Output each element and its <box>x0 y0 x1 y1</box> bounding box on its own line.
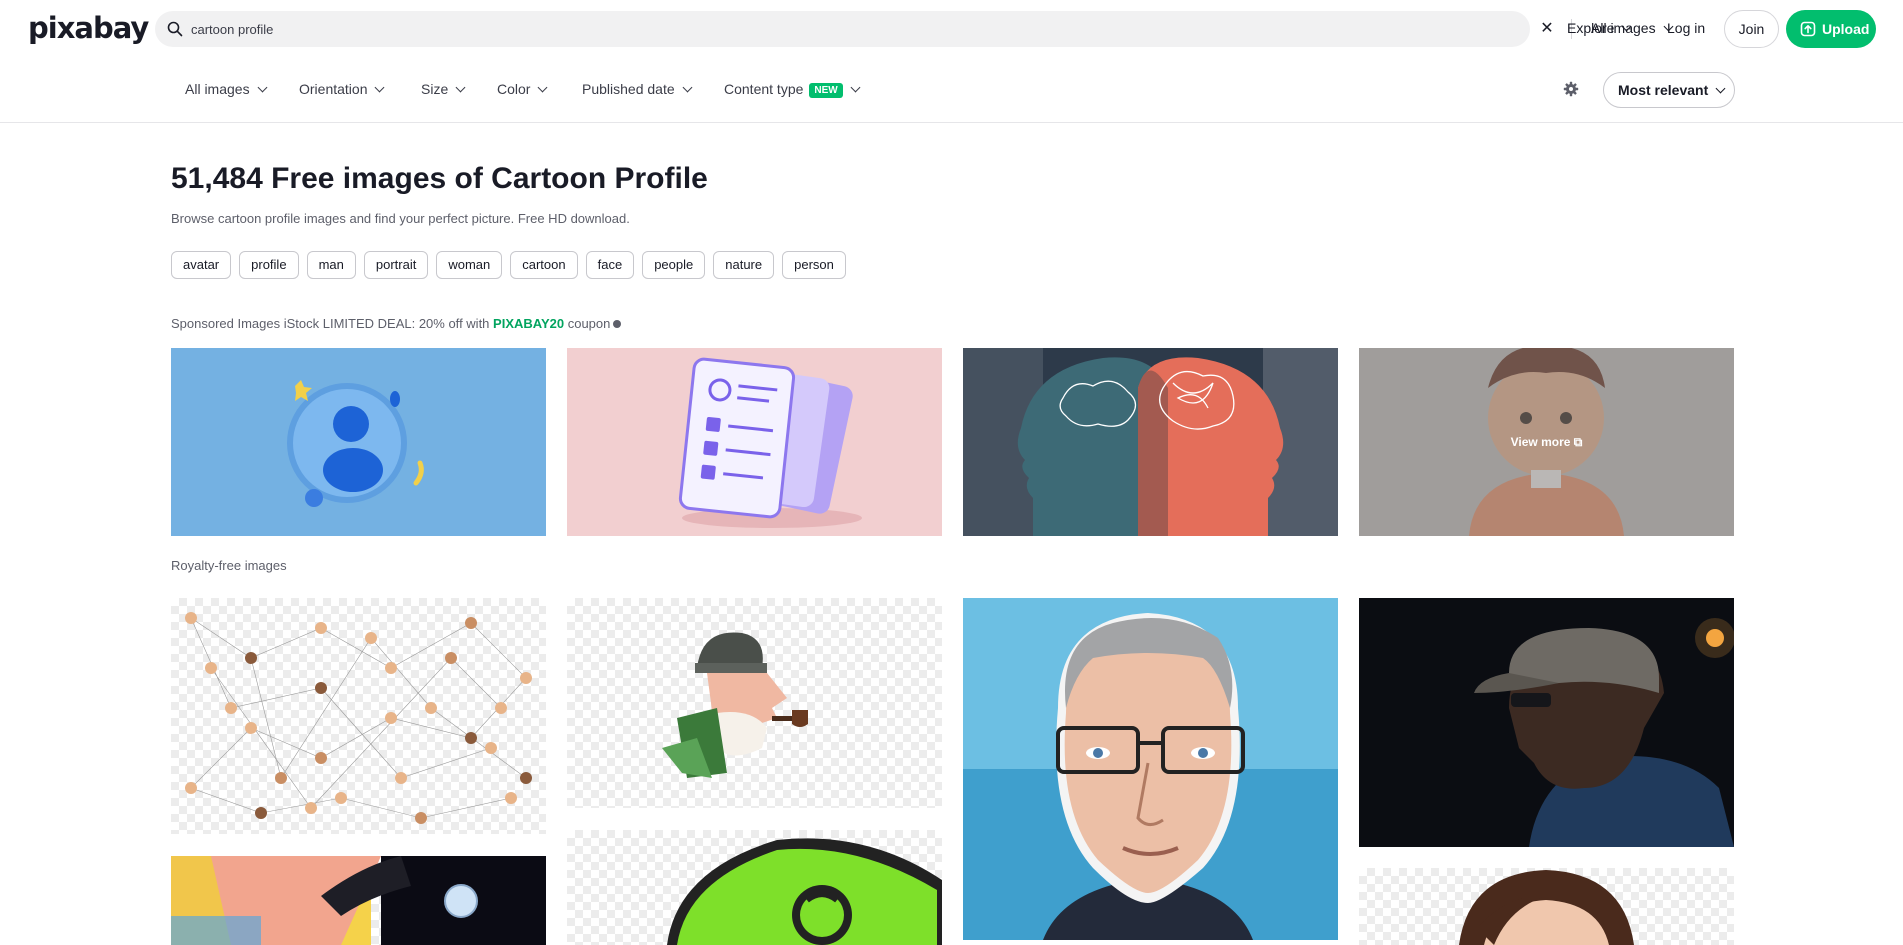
result-image-woman-cartoon[interactable] <box>1359 868 1734 945</box>
document-list-illustration <box>678 357 862 528</box>
filter-label: Orientation <box>299 81 368 97</box>
external-link-icon: ⧉ <box>1573 434 1583 449</box>
chevron-down-icon <box>850 82 861 93</box>
chevron-down-icon <box>682 82 693 93</box>
view-more-label: View more <box>1510 435 1571 449</box>
chevron-down-icon <box>1715 83 1726 94</box>
sponsored-image-3[interactable] <box>963 348 1338 536</box>
pipe-smoker-illustration <box>662 632 808 778</box>
tag-man[interactable]: man <box>306 251 356 279</box>
sponsored-image-1[interactable] <box>171 348 546 536</box>
sort-label: Most relevant <box>1618 82 1709 98</box>
tag-avatar[interactable]: avatar <box>171 251 232 279</box>
upload-icon <box>1800 21 1816 37</box>
search-bar[interactable]: ✕ All images <box>155 11 1674 47</box>
join-button[interactable]: Join <box>1724 10 1779 48</box>
network-people-illustration <box>185 612 532 824</box>
filter-label: Size <box>421 81 449 97</box>
pixabay-logo[interactable]: pixabay <box>28 11 149 45</box>
filter-color[interactable]: Color <box>497 81 548 97</box>
filter-orientation[interactable]: Orientation <box>299 81 385 97</box>
green-frog-illustration <box>667 838 942 945</box>
tag-person[interactable]: person <box>782 251 846 279</box>
tag-face[interactable]: face <box>585 251 635 279</box>
tag-woman[interactable]: woman <box>436 251 503 279</box>
heads-silhouette-illustration <box>963 348 1338 536</box>
search-icon <box>167 21 183 37</box>
cartoon-woman-illustration <box>1459 870 1634 945</box>
tag-cartoon[interactable]: cartoon <box>510 251 578 279</box>
royalty-free-label: Royalty-free images <box>171 558 287 573</box>
info-icon[interactable] <box>613 320 622 328</box>
top-header: pixabay ✕ All images Explore Log in Join… <box>0 0 1903 57</box>
chevron-down-icon <box>375 82 385 93</box>
login-link[interactable]: Log in <box>1667 20 1705 36</box>
tag-portrait[interactable]: portrait <box>363 251 429 279</box>
filter-bar: All images Orientation Size Color Publis… <box>0 57 1903 123</box>
page-subtitle: Browse cartoon profile images and find y… <box>171 211 630 226</box>
upload-button[interactable]: Upload <box>1786 10 1876 48</box>
filter-content-type[interactable]: Content type NEW <box>724 81 861 99</box>
man-with-glasses-illustration <box>963 598 1338 940</box>
gear-icon[interactable] <box>1563 81 1579 97</box>
filter-size[interactable]: Size <box>421 81 466 97</box>
man-with-cap-photo <box>1359 598 1734 847</box>
filter-published-date[interactable]: Published date <box>582 81 693 97</box>
explore-menu[interactable]: Explore <box>1567 20 1632 36</box>
tag-nature[interactable]: nature <box>713 251 775 279</box>
result-image-network-people[interactable] <box>171 598 546 834</box>
related-tags: avatar profile man portrait woman cartoo… <box>171 251 846 279</box>
result-image-man-glasses[interactable] <box>963 598 1338 940</box>
view-more-overlay[interactable]: View more ⧉ <box>1359 348 1734 536</box>
sponsored-image-4[interactable]: View more ⧉ <box>1359 348 1734 536</box>
search-input[interactable] <box>191 17 1191 41</box>
chevron-down-icon <box>1622 21 1632 32</box>
explore-label: Explore <box>1567 20 1615 36</box>
coupon-code: PIXABAY20 <box>493 316 565 331</box>
sponsored-banner: Sponsored Images iStock LIMITED DEAL: 20… <box>171 316 622 331</box>
filter-label: Color <box>497 81 531 97</box>
sponsored-text: Sponsored Images iStock LIMITED DEAL: 20… <box>171 316 490 331</box>
sponsored-suffix: coupon <box>567 316 611 331</box>
tag-people[interactable]: people <box>642 251 706 279</box>
colorful-face-illustration <box>171 856 546 945</box>
chevron-down-icon <box>257 82 268 93</box>
result-image-man-cap[interactable] <box>1359 598 1734 847</box>
result-image-green-frog[interactable] <box>567 830 942 945</box>
sponsored-image-2[interactable] <box>567 348 942 536</box>
tag-profile[interactable]: profile <box>239 251 299 279</box>
page-title: 51,484 Free images of Cartoon Profile <box>171 162 708 195</box>
filter-label: All images <box>185 81 250 97</box>
result-image-pipe-man[interactable] <box>567 598 942 808</box>
profile-icon-illustration <box>287 380 424 507</box>
upload-label: Upload <box>1822 21 1870 37</box>
result-image-colorful-face[interactable] <box>171 856 546 945</box>
clear-search-icon[interactable]: ✕ <box>1538 20 1556 38</box>
chevron-down-icon <box>455 82 466 93</box>
filter-all-images[interactable]: All images <box>185 81 268 97</box>
filter-label: Published date <box>582 81 675 97</box>
filter-label: Content type <box>724 81 804 97</box>
new-badge: NEW <box>809 83 843 98</box>
chevron-down-icon <box>538 82 548 93</box>
sort-dropdown[interactable]: Most relevant <box>1603 72 1735 108</box>
